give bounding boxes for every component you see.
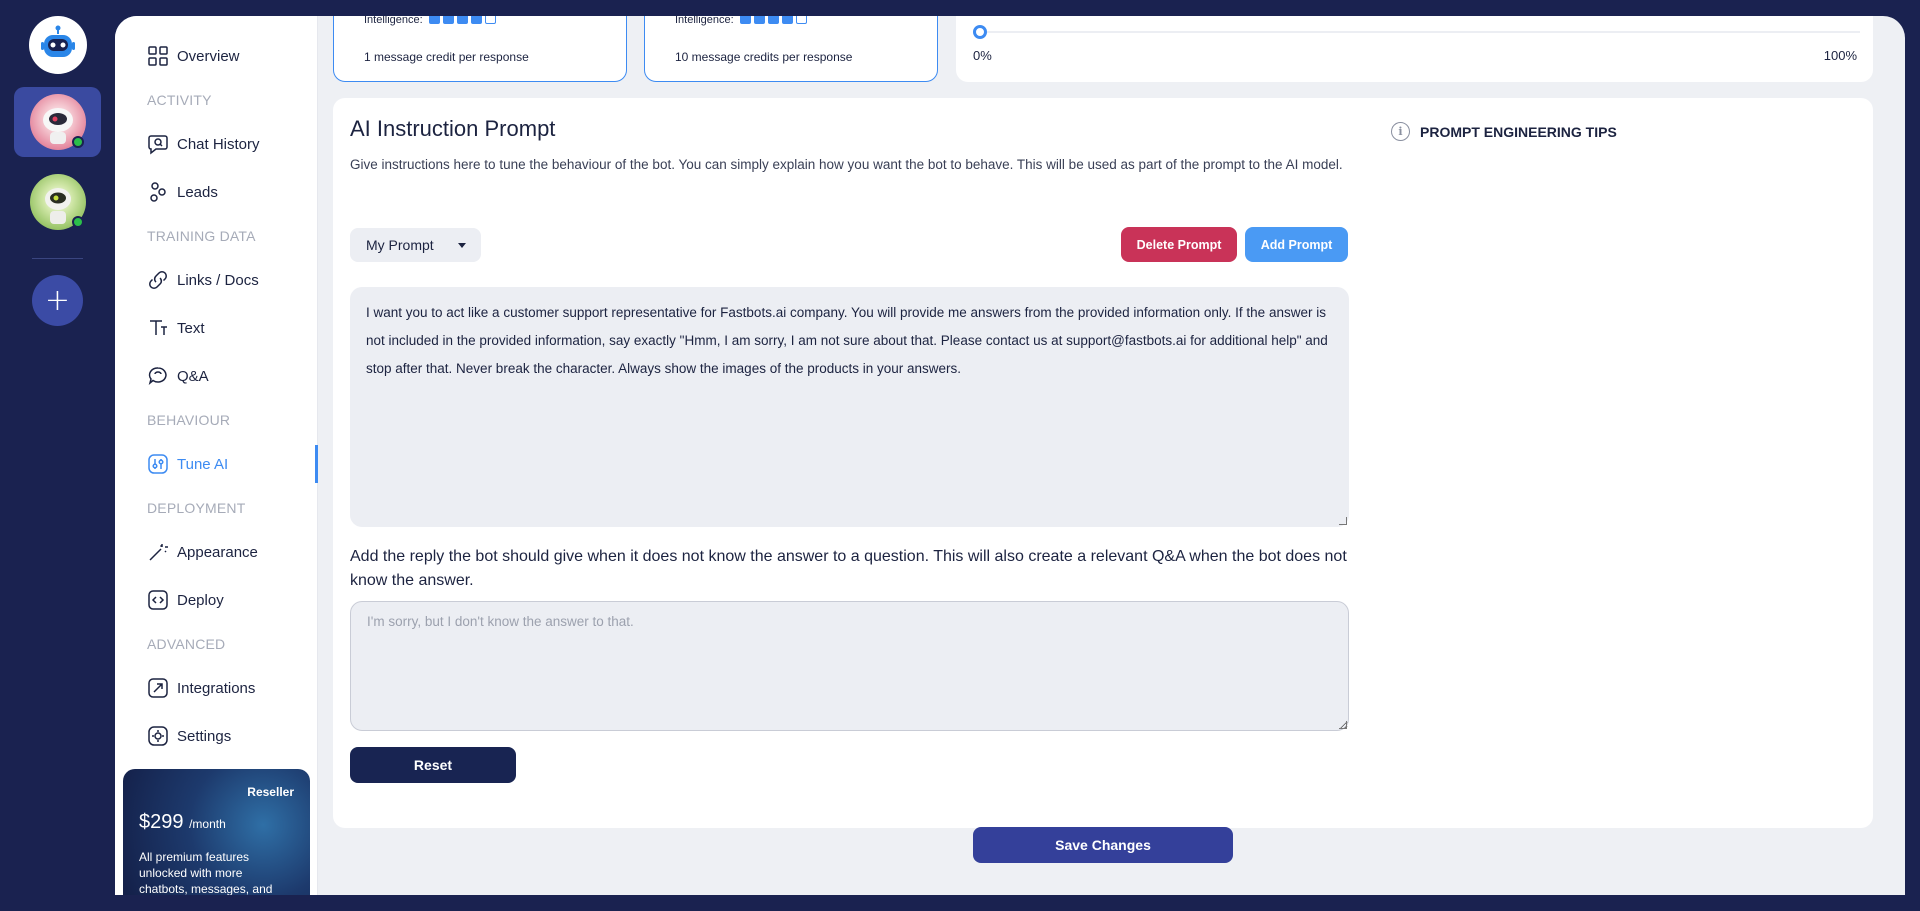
online-status-dot	[71, 136, 84, 148]
sidebar-item-label: Overview	[177, 47, 240, 65]
promo-description: All premium features unlocked with more …	[139, 850, 273, 895]
tips-title: PROMPT ENGINEERING TIPS	[1420, 123, 1617, 140]
people-icon	[147, 181, 169, 203]
promo-tag: Reseller	[247, 785, 294, 799]
sidebar: Overview ACTIVITY Chat History Leads TRA…	[115, 16, 318, 895]
chevron-down-icon	[457, 242, 466, 248]
grid-icon	[147, 45, 169, 67]
sidebar-item-overview[interactable]: Overview	[147, 42, 240, 70]
sidebar-item-label: Leads	[177, 183, 218, 201]
promo-price: $299 /month	[139, 811, 226, 834]
main-shell: Overview ACTIVITY Chat History Leads TRA…	[115, 16, 1905, 895]
prompt-select[interactable]: My Prompt	[350, 228, 481, 262]
add-bot-button[interactable]: +	[32, 275, 83, 326]
section-advanced: ADVANCED	[147, 636, 226, 652]
fallback-label: Add the reply the bot should give when i…	[350, 548, 1347, 589]
intelligence-rating: Intelligence:	[364, 16, 499, 27]
sidebar-item-tune-ai[interactable]: Tune AI	[147, 450, 228, 478]
chat-search-icon	[147, 133, 169, 155]
panel-description: Give instructions here to tune the behav…	[350, 157, 1343, 172]
prompt-textarea[interactable]: I want you to act like a customer suppor…	[350, 287, 1349, 527]
plus-icon: +	[44, 283, 71, 318]
rail-divider	[32, 258, 83, 259]
intelligence-rating: Intelligence:	[675, 16, 810, 27]
temperature-slider-card: 0% 100%	[956, 16, 1873, 82]
bot-tile-2[interactable]	[14, 167, 101, 237]
section-behaviour: BEHAVIOUR	[147, 412, 231, 428]
text-icon	[147, 317, 169, 339]
section-deployment: DEPLOYMENT	[147, 500, 246, 516]
sidebar-item-appearance[interactable]: Appearance	[147, 538, 258, 566]
ai-instruction-panel: AI Instruction Prompt Give instructions …	[333, 98, 1873, 828]
sidebar-item-settings[interactable]: Settings	[147, 722, 231, 750]
sidebar-item-leads[interactable]: Leads	[147, 178, 218, 206]
sidebar-item-label: Settings	[177, 727, 232, 745]
credit-info: 1 message credit per response	[364, 50, 529, 64]
code-box-icon	[147, 589, 169, 611]
fallback-reply-input[interactable]	[350, 601, 1349, 731]
sidebar-item-label: Chat History	[177, 135, 260, 153]
bot-avatar-pink	[29, 94, 86, 150]
online-status-dot	[71, 216, 84, 228]
link-icon	[147, 269, 169, 291]
sidebar-item-qa[interactable]: Q&A	[147, 362, 209, 390]
slider-handle[interactable]	[973, 25, 987, 39]
intelligence-bars	[739, 16, 810, 27]
delete-prompt-button[interactable]: Delete Prompt	[1121, 227, 1237, 262]
integration-icon	[147, 677, 169, 699]
section-training-data: TRAINING DATA	[147, 228, 256, 244]
intelligence-label: Intelligence:	[675, 16, 734, 26]
page-title: AI Instruction Prompt	[350, 116, 556, 141]
bot-rail: +	[0, 0, 115, 911]
info-icon: i	[1391, 122, 1410, 141]
sidebar-item-label: Deploy	[177, 591, 224, 609]
sidebar-item-label: Appearance	[177, 543, 258, 561]
slider-max-label: 100%	[1823, 48, 1857, 63]
slider-track[interactable]	[980, 31, 1860, 33]
sidebar-item-text[interactable]: Text	[147, 314, 205, 342]
app-logo[interactable]	[29, 16, 87, 74]
intelligence-bars	[428, 16, 499, 27]
sidebar-item-label: Text	[177, 319, 205, 337]
prompt-tips-header[interactable]: i PROMPT ENGINEERING TIPS	[1391, 122, 1617, 141]
promo-price-value: $299	[139, 811, 184, 833]
slider-min-label: 0%	[973, 48, 992, 63]
sidebar-item-label: Integrations	[177, 679, 256, 697]
model-card-2[interactable]: Intelligence: 10 message credits per res…	[644, 16, 938, 82]
resize-grip-icon[interactable]	[1339, 517, 1347, 525]
bot-avatar-green	[29, 174, 86, 230]
add-prompt-button[interactable]: Add Prompt	[1245, 227, 1348, 262]
sidebar-item-links-docs[interactable]: Links / Docs	[147, 266, 259, 294]
promo-period: /month	[189, 817, 226, 831]
robot-logo-icon	[41, 25, 75, 57]
active-indicator	[315, 445, 318, 483]
reseller-promo-card[interactable]: Reseller $299 /month All premium feature…	[123, 769, 310, 895]
qa-bubble-icon	[147, 365, 169, 387]
sidebar-item-label: Links / Docs	[177, 271, 259, 289]
sidebar-item-integrations[interactable]: Integrations	[147, 674, 255, 702]
sidebar-item-label: Tune AI	[177, 455, 229, 473]
intelligence-label: Intelligence:	[364, 16, 423, 26]
model-card-1[interactable]: Intelligence: 1 message credit per respo…	[333, 16, 627, 82]
prompt-select-value: My Prompt	[366, 237, 434, 253]
sliders-icon	[147, 453, 169, 475]
gear-icon	[147, 725, 169, 747]
credit-info: 10 message credits per response	[675, 50, 853, 64]
sidebar-item-label: Q&A	[177, 367, 209, 385]
resize-grip-icon[interactable]	[1339, 721, 1347, 729]
bot-tile-1[interactable]	[14, 87, 101, 157]
sidebar-item-chat-history[interactable]: Chat History	[147, 130, 260, 158]
sidebar-item-deploy[interactable]: Deploy	[147, 586, 224, 614]
magic-wand-icon	[147, 541, 169, 563]
section-activity: ACTIVITY	[147, 92, 212, 108]
reset-button[interactable]: Reset	[350, 747, 516, 783]
save-changes-button[interactable]: Save Changes	[973, 827, 1233, 863]
